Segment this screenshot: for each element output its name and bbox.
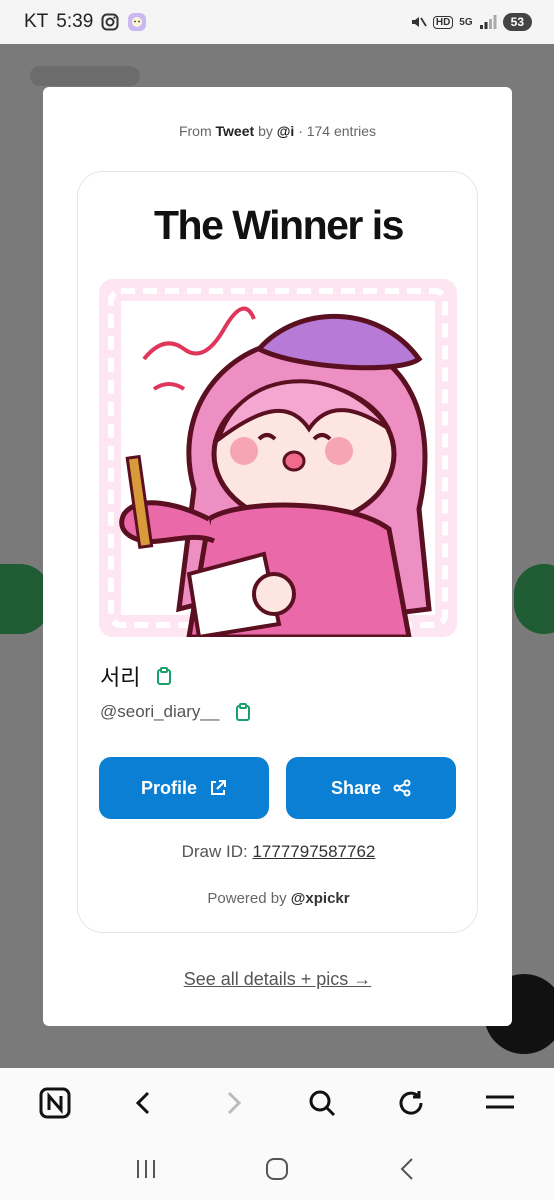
winner-title: The Winner is (154, 202, 404, 248)
source-info: From Tweet by @i · 174 entries (43, 123, 512, 139)
clock: 5:39 (56, 11, 94, 32)
external-link-icon (209, 779, 227, 797)
back-icon[interactable] (383, 1144, 433, 1194)
winner-avatar (99, 279, 457, 637)
back-arrow-icon[interactable] (119, 1078, 169, 1128)
draw-id-label: Draw ID: (181, 842, 248, 861)
winner-handle-row: @seori_diary__ (100, 702, 253, 722)
see-all-details-link[interactable]: See all details + pics → (43, 969, 512, 990)
powered-prefix: Powered by (207, 890, 287, 907)
home-icon[interactable] (252, 1144, 302, 1194)
powered-brand-link[interactable]: @xpickr (291, 890, 350, 907)
source-prefix: From (178, 123, 212, 139)
copy-handle-clipboard-icon[interactable] (233, 702, 253, 722)
winner-name-row: 서리 (100, 660, 174, 692)
browser-toolbar (0, 1068, 554, 1138)
winner-handle: @seori_diary__ (100, 702, 220, 721)
network-type: 5G (459, 16, 473, 28)
profile-button[interactable]: Profile (99, 757, 269, 819)
search-icon[interactable] (297, 1078, 347, 1128)
source-platform: Tweet (215, 123, 255, 139)
mute-icon (409, 13, 427, 31)
share-icon (393, 779, 411, 797)
signal-icon (479, 14, 497, 30)
naver-home-icon[interactable] (30, 1078, 80, 1128)
powered-by: Powered by @xpickr (78, 890, 479, 907)
menu-icon[interactable] (475, 1078, 525, 1128)
refresh-icon[interactable] (386, 1078, 436, 1128)
share-button[interactable]: Share (286, 757, 456, 819)
background-header (30, 66, 140, 86)
source-author: @i (276, 123, 295, 139)
instagram-icon (101, 13, 119, 31)
draw-id-link[interactable]: 1777797587762 (252, 842, 375, 861)
background-element (514, 564, 554, 634)
forward-arrow-icon[interactable] (208, 1078, 258, 1128)
carrier-label: KT (24, 11, 49, 32)
status-bar: KT 5:39 HD 5G 53 (0, 0, 554, 44)
copy-name-clipboard-icon[interactable] (154, 666, 174, 686)
app-notification-icon (127, 12, 147, 32)
share-button-label: Share (330, 777, 382, 798)
winner-card: The Winner is 서리 @seori_diary__ Profile … (77, 171, 478, 933)
source-by: by (258, 123, 273, 139)
recent-apps-icon[interactable] (121, 1144, 171, 1194)
draw-id-row: Draw ID: 1777797587762 (78, 842, 479, 862)
profile-button-label: Profile (140, 777, 197, 798)
winner-modal: From Tweet by @i · 174 entries The Winne… (43, 87, 512, 1026)
battery-indicator: 53 (502, 13, 532, 31)
entries-count: · 174 entries (298, 123, 377, 139)
winner-name: 서리 (100, 666, 141, 691)
system-navigation-bar (0, 1138, 554, 1200)
hd-badge: HD (432, 15, 454, 29)
